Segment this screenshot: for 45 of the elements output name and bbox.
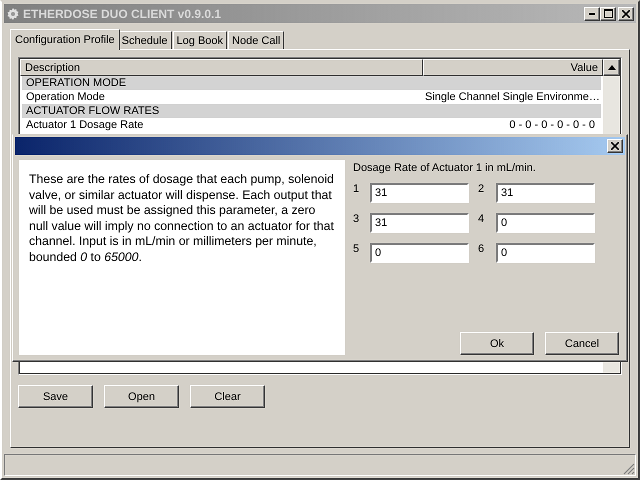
field-label: 1 xyxy=(353,183,360,195)
property-name: Operation Mode xyxy=(25,90,106,104)
input-field[interactable]: 0 xyxy=(496,243,595,263)
dialog-button[interactable]: Cancel xyxy=(545,332,619,355)
scroll-up-button[interactable] xyxy=(603,59,620,76)
tab[interactable]: Node Call xyxy=(228,31,284,49)
action-button[interactable]: Save xyxy=(18,385,93,408)
tab[interactable]: Schedule xyxy=(118,31,172,49)
field-label: 3 xyxy=(353,213,360,225)
field-label: 6 xyxy=(478,243,486,255)
close-icon xyxy=(622,10,630,18)
up-arrow-icon xyxy=(608,65,616,70)
section-header: ACTUATOR FLOW RATES xyxy=(25,104,160,118)
maximize-button[interactable] xyxy=(600,6,616,20)
dialog-button[interactable]: Ok xyxy=(460,332,534,355)
resize-grip-icon[interactable] xyxy=(623,463,635,475)
input-field[interactable]: 31 xyxy=(370,213,469,233)
close-button[interactable] xyxy=(607,139,623,153)
minimize-icon xyxy=(589,12,595,14)
action-button[interactable]: Clear xyxy=(190,385,265,408)
close-icon xyxy=(611,142,619,150)
minimize-button[interactable] xyxy=(584,6,600,20)
property-value: 0 - 0 - 0 - 0 - 0 - 0 xyxy=(508,118,596,132)
tab[interactable]: Configuration Profile xyxy=(10,29,120,50)
section-header: OPERATION MODE xyxy=(25,76,128,90)
help-text: These are the rates of dosage that each pump, solenoid valve, or similar actuator will dispense. Each output that will be used must be assigned this parameter, a zero null value will imply no connection to an actuator for that channel. Input is in mL/min or millimeters per minute, bounded 0 to 65000. xyxy=(29,172,335,265)
field-label: 2 xyxy=(478,183,486,195)
window-title: ETHERDOSE DUO CLIENT v0.9.0.1 xyxy=(23,6,222,20)
tab[interactable]: Log Book xyxy=(172,31,228,49)
dialog-title-bar[interactable] xyxy=(15,137,625,155)
input-field[interactable]: 31 xyxy=(496,183,595,203)
field-prompt: Dosage Rate of Actuator 1 in mL/min. xyxy=(353,162,537,174)
input-field[interactable]: 31 xyxy=(370,183,469,203)
input-field[interactable]: 0 xyxy=(496,213,595,233)
maximize-icon xyxy=(604,9,612,18)
close-button[interactable] xyxy=(618,6,634,20)
property-name: Actuator 1 Dosage Rate xyxy=(25,118,144,132)
column-header[interactable]: Value xyxy=(423,59,603,76)
gear-icon xyxy=(6,6,20,20)
input-field[interactable]: 0 xyxy=(370,243,469,263)
property-value: Single Channel Single Environme… xyxy=(424,90,601,104)
column-header[interactable]: Description xyxy=(20,59,423,76)
field-label: 4 xyxy=(478,213,486,225)
action-button[interactable]: Open xyxy=(104,385,179,408)
field-label: 5 xyxy=(353,243,360,255)
